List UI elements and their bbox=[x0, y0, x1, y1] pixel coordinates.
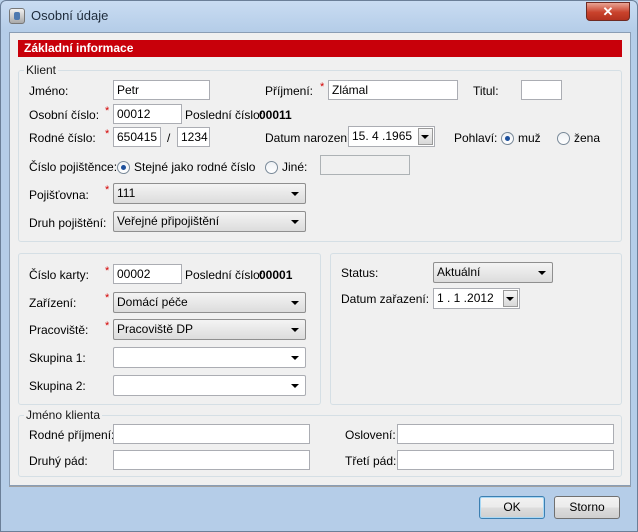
treti-pad-label: Třetí pád: bbox=[345, 454, 397, 468]
chevron-down-icon bbox=[291, 301, 299, 305]
chevron-down-icon bbox=[291, 384, 299, 388]
chevron-down-icon bbox=[291, 356, 299, 360]
osobni-cislo-field[interactable]: 00012 bbox=[113, 104, 182, 124]
prijmeni-label: Příjmení: bbox=[265, 84, 314, 98]
dialog-window: Osobní údaje ✕ Základní informace Klient… bbox=[0, 0, 638, 532]
status-label: Status: bbox=[341, 266, 379, 280]
pojistovna-required-mark: * bbox=[105, 184, 110, 196]
close-button[interactable]: ✕ bbox=[586, 2, 630, 21]
karta-posledni-cislo-label: Poslední číslo: bbox=[185, 268, 264, 282]
titul-label: Titul: bbox=[473, 84, 499, 98]
pohlavi-muz-radio[interactable] bbox=[501, 132, 514, 145]
cislo-pojistence-label: Číslo pojištěnce: bbox=[29, 160, 118, 174]
skupina1-label: Skupina 1: bbox=[29, 351, 86, 365]
druh-pojisteni-label: Druh pojištění: bbox=[29, 216, 107, 230]
app-icon bbox=[9, 8, 25, 24]
stejne-radio[interactable] bbox=[117, 161, 130, 174]
rodne-cislo-label: Rodné číslo: bbox=[29, 131, 96, 145]
title-bar: Osobní údaje ✕ bbox=[1, 1, 637, 31]
zarizeni-label: Zařízení: bbox=[29, 296, 77, 310]
skupina1-select[interactable] bbox=[113, 347, 306, 368]
jmeno-label: Jméno: bbox=[29, 84, 69, 98]
chevron-down-icon bbox=[291, 220, 299, 224]
datum-narozeni-value: 15. 4 .1965 bbox=[352, 129, 413, 143]
zarizeni-required-mark: * bbox=[105, 292, 110, 304]
rodne-cislo-part2-field[interactable]: 1234 bbox=[177, 127, 210, 147]
dialog-content: Základní informace Klient Jméno: Petr Př… bbox=[9, 32, 631, 486]
window-title: Osobní údaje bbox=[31, 8, 109, 23]
chevron-down-icon bbox=[291, 192, 299, 196]
datum-zarazeni-value: 1 . 1 .2012 bbox=[437, 291, 494, 305]
cislo-karty-field[interactable]: 00002 bbox=[113, 264, 182, 284]
pracoviste-required-mark: * bbox=[105, 320, 110, 332]
prijmeni-required-mark: * bbox=[320, 81, 325, 93]
stejne-label[interactable]: Stejné jako rodné číslo bbox=[134, 160, 255, 174]
zarizeni-select[interactable]: Domácí péče bbox=[113, 292, 306, 313]
osobni-cislo-required-mark: * bbox=[105, 105, 110, 117]
pracoviste-select[interactable]: Pracoviště DP bbox=[113, 319, 306, 340]
datum-zarazeni-picker[interactable]: 1 . 1 .2012 bbox=[433, 288, 520, 309]
jmeno-field[interactable]: Petr bbox=[113, 80, 210, 100]
pracoviste-value: Pracoviště DP bbox=[117, 322, 194, 336]
jine-label[interactable]: Jiné: bbox=[282, 160, 307, 174]
jine-radio[interactable] bbox=[265, 161, 278, 174]
pojistovna-label: Pojišťovna: bbox=[29, 188, 89, 202]
pracoviste-label: Pracoviště: bbox=[29, 323, 89, 337]
jine-field[interactable] bbox=[320, 155, 410, 175]
titul-field[interactable] bbox=[521, 80, 562, 100]
osobni-cislo-label: Osobní číslo: bbox=[29, 108, 100, 122]
chevron-down-icon bbox=[538, 271, 546, 275]
ok-button[interactable]: OK bbox=[479, 496, 545, 519]
datum-zarazeni-label: Datum zařazení: bbox=[341, 292, 430, 306]
pohlavi-zena-label[interactable]: žena bbox=[574, 131, 600, 145]
posledni-cislo-value: 00011 bbox=[259, 108, 292, 122]
osloveni-label: Oslovení: bbox=[345, 428, 396, 442]
pojistovna-select[interactable]: 111 bbox=[113, 183, 306, 204]
storno-button[interactable]: Storno bbox=[554, 496, 620, 519]
rodne-cislo-required-mark: * bbox=[105, 128, 110, 140]
datum-narozeni-label: Datum narození: bbox=[265, 131, 354, 145]
datum-narozeni-picker[interactable]: 15. 4 .1965 bbox=[348, 126, 435, 147]
status-select[interactable]: Aktuální bbox=[433, 262, 553, 283]
zarizeni-value: Domácí péče bbox=[117, 295, 188, 309]
posledni-cislo-label: Poslední číslo: bbox=[185, 108, 264, 122]
section-banner: Základní informace bbox=[18, 40, 622, 57]
druhy-pad-label: Druhý pád: bbox=[29, 454, 88, 468]
footer-separator bbox=[9, 486, 631, 487]
rodne-cislo-part1-field[interactable]: 650415 bbox=[113, 127, 161, 147]
chevron-down-icon bbox=[506, 297, 514, 301]
rodne-prijmeni-label: Rodné příjmení: bbox=[29, 428, 115, 442]
datum-narozeni-dropdown-button[interactable] bbox=[418, 128, 433, 145]
treti-pad-field[interactable] bbox=[397, 450, 614, 470]
druh-pojisteni-select[interactable]: Veřejné připojištění bbox=[113, 211, 306, 232]
pohlavi-zena-radio[interactable] bbox=[557, 132, 570, 145]
skupina2-select[interactable] bbox=[113, 375, 306, 396]
chevron-down-icon bbox=[421, 135, 429, 139]
chevron-down-icon bbox=[291, 328, 299, 332]
rodne-prijmeni-field[interactable] bbox=[113, 424, 310, 444]
pojistovna-value: 111 bbox=[117, 186, 136, 200]
cislo-karty-label: Číslo karty: bbox=[29, 268, 90, 282]
group-klient-legend: Klient bbox=[24, 63, 59, 77]
osloveni-field[interactable] bbox=[397, 424, 614, 444]
prijmeni-field[interactable]: Zlámal bbox=[328, 80, 458, 100]
karta-posledni-cislo-value: 00001 bbox=[259, 268, 293, 282]
skupina2-label: Skupina 2: bbox=[29, 379, 86, 393]
cislo-karty-required-mark: * bbox=[105, 265, 110, 277]
rodne-cislo-separator: / bbox=[167, 131, 171, 145]
pohlavi-label: Pohlaví: bbox=[454, 131, 498, 145]
druh-pojisteni-value: Veřejné připojištění bbox=[117, 214, 220, 228]
status-value: Aktuální bbox=[437, 265, 481, 279]
datum-zarazeni-dropdown-button[interactable] bbox=[503, 290, 518, 307]
group-jmeno-klienta-legend: Jméno klienta bbox=[24, 408, 103, 422]
pohlavi-muz-label[interactable]: muž bbox=[518, 131, 541, 145]
druhy-pad-field[interactable] bbox=[113, 450, 310, 470]
